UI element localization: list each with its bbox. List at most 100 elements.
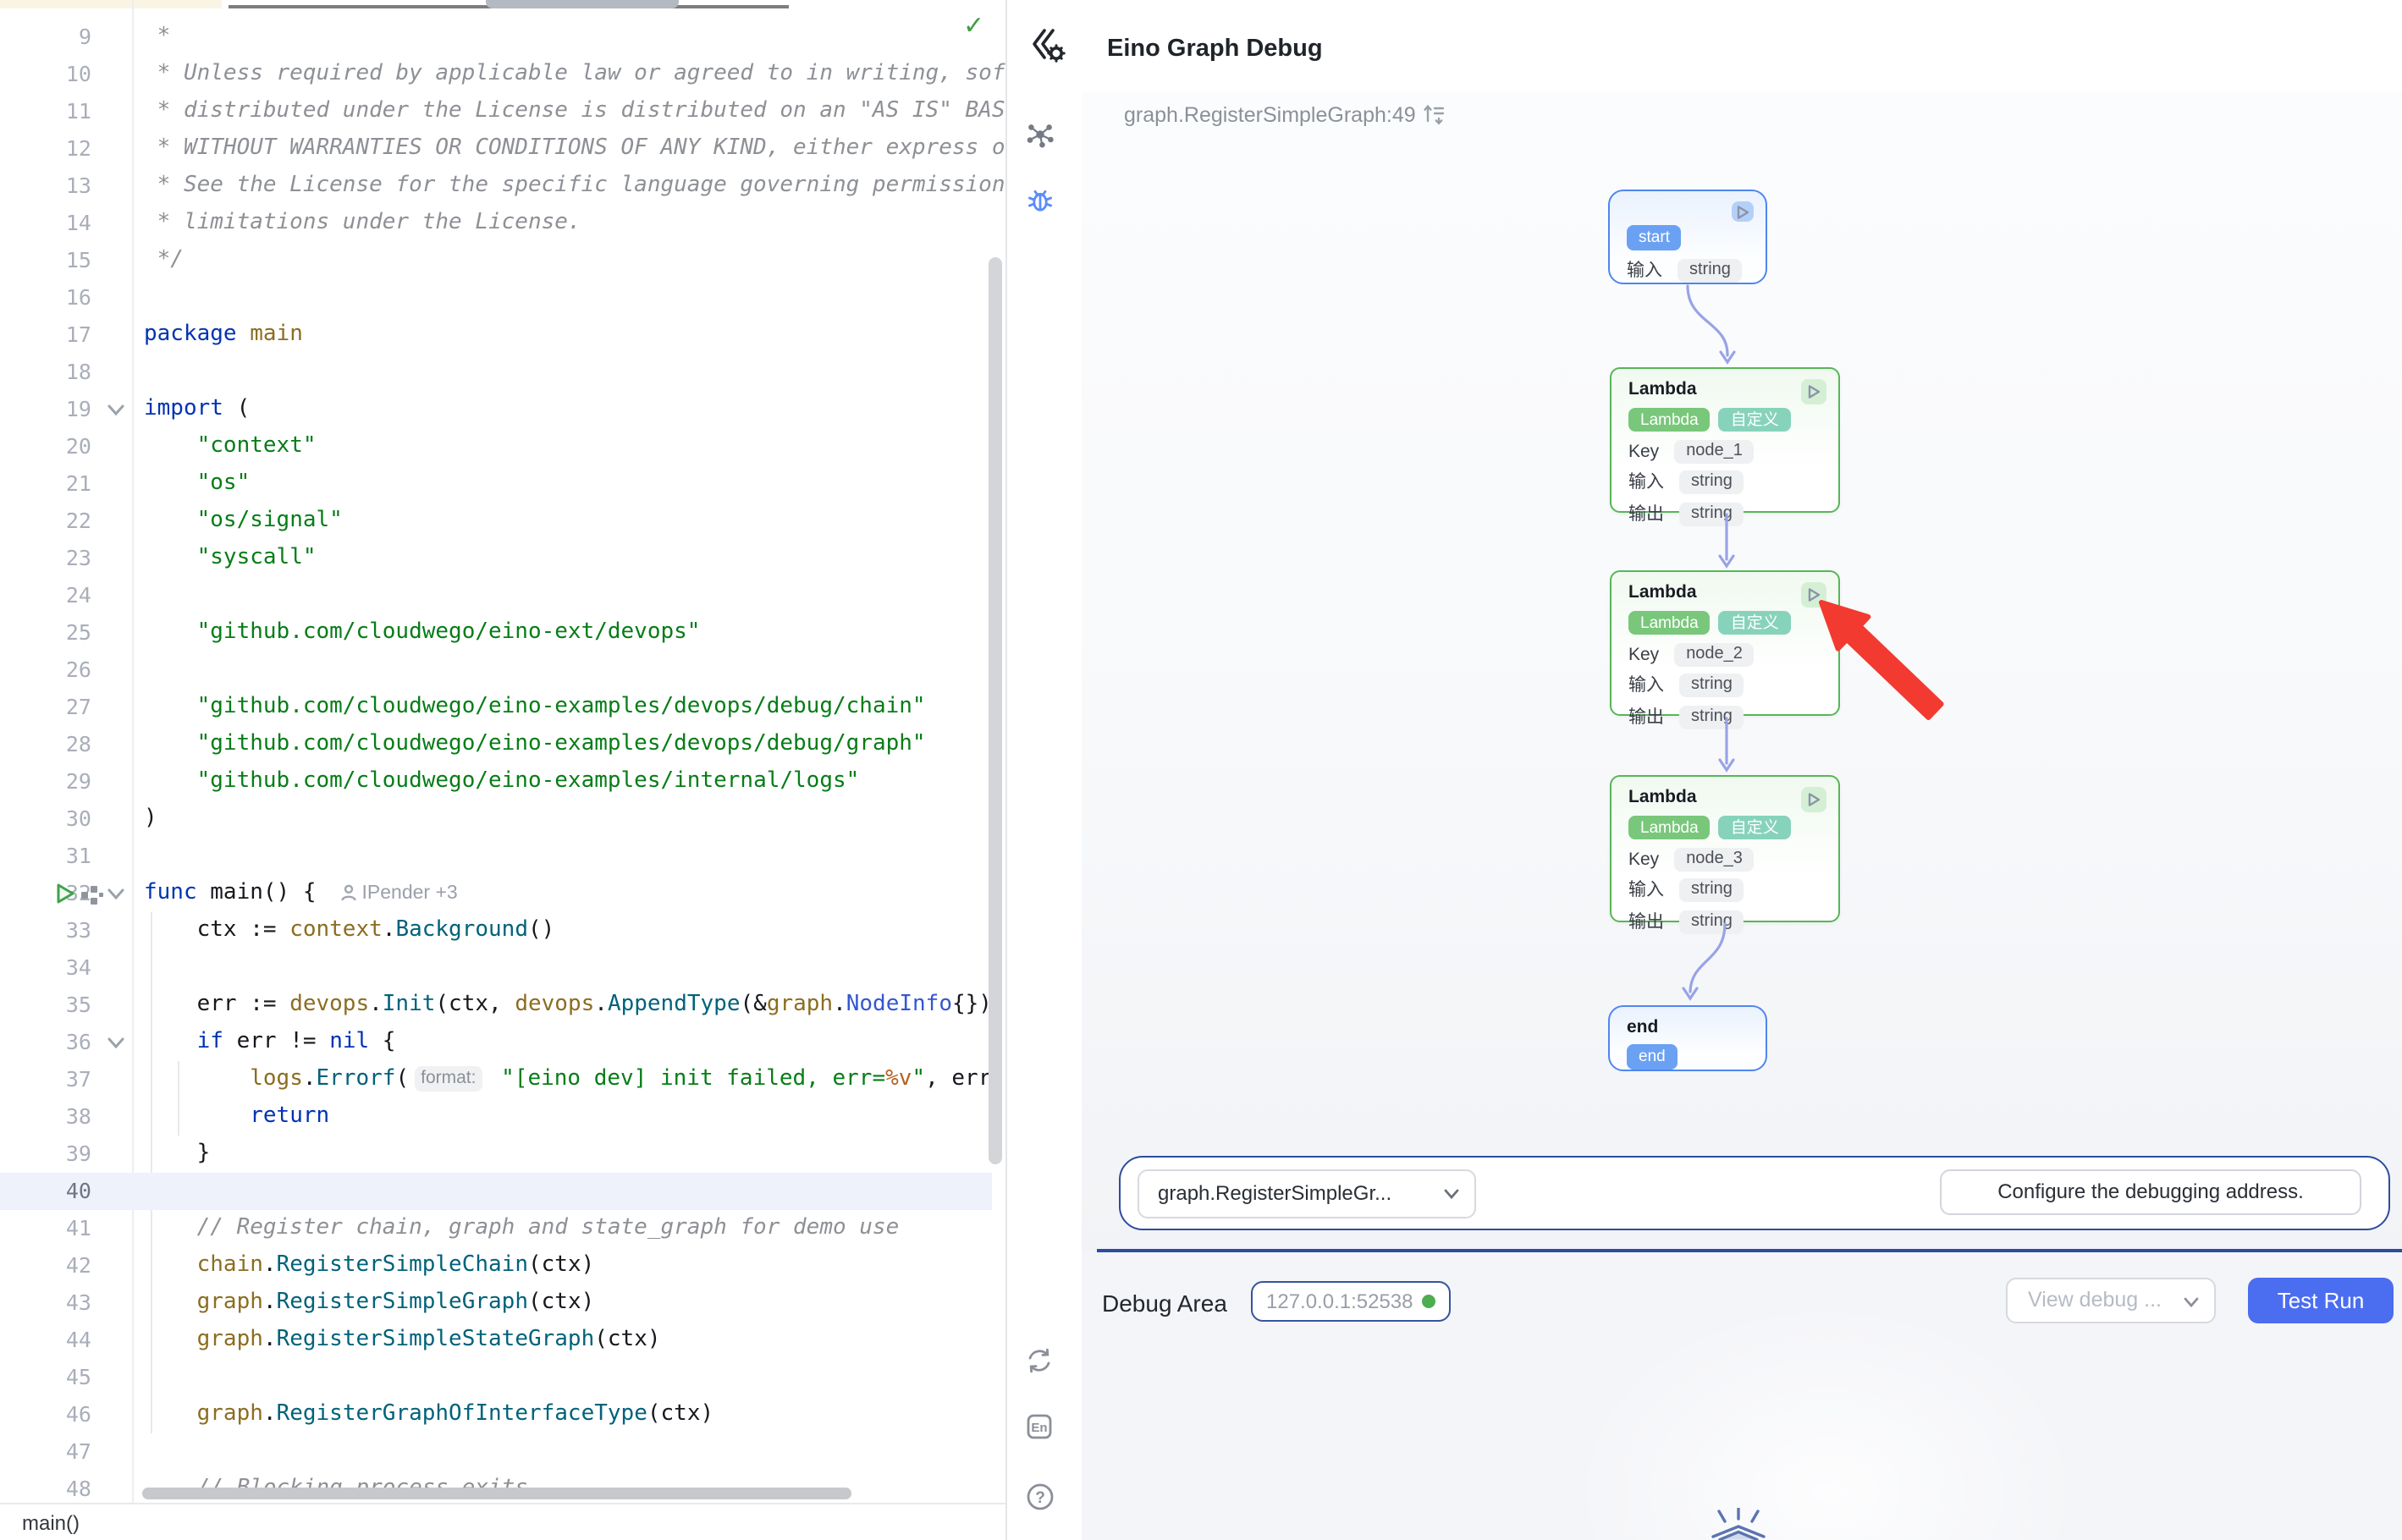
code-text: "os" bbox=[144, 465, 250, 503]
code-line[interactable]: 40 bbox=[0, 1173, 992, 1210]
code-text: */ bbox=[144, 242, 184, 279]
graph-toolbar: graph.RegisterSimpleGr... Configure the … bbox=[1119, 1156, 2390, 1230]
breadcrumb-bar: main() bbox=[0, 1503, 1005, 1540]
code-line[interactable]: 27 "github.com/cloudwego/eino-examples/d… bbox=[0, 689, 992, 726]
code-line[interactable]: 46 graph.RegisterGraphOfInterfaceType(ct… bbox=[0, 1396, 992, 1433]
code-line[interactable]: 23 "syscall" bbox=[0, 540, 992, 577]
run-main-icon[interactable] bbox=[54, 882, 76, 905]
code-line[interactable]: 12 * WITHOUT WARRANTIES OR CONDITIONS OF… bbox=[0, 130, 992, 168]
code-line[interactable]: 21 "os" bbox=[0, 465, 992, 503]
breadcrumb[interactable]: main() bbox=[22, 1511, 80, 1535]
node-badge: Lambda bbox=[1628, 611, 1711, 635]
code-line[interactable]: 38 return bbox=[0, 1098, 992, 1136]
io-value-pill: string bbox=[1679, 502, 1744, 525]
chevron-down-icon bbox=[1444, 1187, 1459, 1199]
line-number: 39 bbox=[0, 1136, 91, 1173]
fold-chevron-icon[interactable] bbox=[107, 1036, 125, 1051]
io-value-pill: string bbox=[1679, 705, 1744, 729]
code-line[interactable]: 24 bbox=[0, 577, 992, 614]
code-line[interactable]: 39 } bbox=[0, 1136, 992, 1173]
code-line[interactable]: 20 "context" bbox=[0, 428, 992, 465]
code-line[interactable]: 44 graph.RegisterSimpleStateGraph(ctx) bbox=[0, 1322, 992, 1359]
graph-node-node_3[interactable]: LambdaLambda自定义Keynode_3输入string输出string bbox=[1610, 775, 1840, 922]
debug-bug-icon[interactable] bbox=[1026, 186, 1055, 223]
view-debug-dropdown[interactable]: View debug ... bbox=[2006, 1278, 2216, 1323]
code-line[interactable]: 29 "github.com/cloudwego/eino-examples/i… bbox=[0, 763, 992, 800]
code-text: ctx := context.Background() bbox=[144, 912, 554, 949]
io-label: 输出 bbox=[1628, 503, 1664, 524]
io-label: Key bbox=[1628, 849, 1659, 869]
code-editor[interactable]: 9 *10 * Unless required by applicable la… bbox=[0, 0, 1007, 1540]
node-io-row: 输出string bbox=[1628, 705, 1821, 729]
graph-nodes-icon[interactable] bbox=[1026, 120, 1055, 157]
code-line[interactable]: 11 * distributed under the License is di… bbox=[0, 93, 992, 130]
fold-chevron-icon[interactable] bbox=[107, 887, 125, 902]
code-line[interactable]: 13 * See the License for the specific la… bbox=[0, 168, 992, 205]
code-line[interactable]: 42 chain.RegisterSimpleChain(ctx) bbox=[0, 1247, 992, 1284]
code-line[interactable]: 14 * limitations under the License. bbox=[0, 205, 992, 242]
node-play-button[interactable] bbox=[1732, 201, 1754, 222]
code-line[interactable]: 28 "github.com/cloudwego/eino-examples/d… bbox=[0, 726, 992, 763]
code-line[interactable]: 45 bbox=[0, 1359, 992, 1396]
node-io-row: 输出string bbox=[1628, 910, 1821, 933]
line-number: 36 bbox=[0, 1024, 91, 1061]
code-line[interactable]: 15 */ bbox=[0, 242, 992, 279]
sort-lines-icon[interactable] bbox=[1424, 103, 1446, 134]
graph-node-node_1[interactable]: LambdaLambda自定义Keynode_1输入string输出string bbox=[1610, 367, 1840, 513]
code-line[interactable]: 33 ctx := context.Background() bbox=[0, 912, 992, 949]
code-text: graph.RegisterSimpleStateGraph(ctx) bbox=[144, 1322, 661, 1359]
code-line[interactable]: 35 err := devops.Init(ctx, devops.Append… bbox=[0, 987, 992, 1024]
editor-horizontal-scrollbar[interactable] bbox=[142, 1488, 851, 1499]
code-line[interactable]: 9 * bbox=[0, 19, 992, 56]
code-text: } bbox=[144, 1136, 210, 1173]
code-line[interactable]: 26 bbox=[0, 652, 992, 689]
sync-icon[interactable] bbox=[1026, 1347, 1053, 1383]
help-icon[interactable]: ? bbox=[1026, 1482, 1055, 1520]
code-line[interactable]: 34 bbox=[0, 949, 992, 987]
code-line[interactable]: 32func main() {IPender +3 bbox=[0, 875, 992, 912]
editor-vertical-scrollbar[interactable] bbox=[989, 257, 1002, 1164]
graph-node-end[interactable]: endend bbox=[1608, 1005, 1767, 1071]
code-line[interactable]: 30) bbox=[0, 800, 992, 838]
node-play-button[interactable] bbox=[1801, 787, 1826, 812]
code-line[interactable]: 43 graph.RegisterSimpleGraph(ctx) bbox=[0, 1284, 992, 1322]
configure-address-button[interactable]: Configure the debugging address. bbox=[1940, 1169, 2361, 1215]
node-title: Lambda bbox=[1628, 582, 1821, 604]
io-value-pill: node_3 bbox=[1674, 847, 1755, 871]
language-en-icon[interactable]: En bbox=[1026, 1413, 1053, 1449]
code-line[interactable]: 36 if err != nil { bbox=[0, 1024, 992, 1061]
code-line[interactable]: 17package main bbox=[0, 316, 992, 354]
line-number: 21 bbox=[0, 465, 91, 503]
code-line[interactable]: 10 * Unless required by applicable law o… bbox=[0, 56, 992, 93]
node-play-button[interactable] bbox=[1801, 379, 1826, 404]
eino-debug-panel: Eino Graph Debug graph.RegisterSimpleGra… bbox=[1007, 0, 2402, 1540]
code-line[interactable]: 47 bbox=[0, 1433, 992, 1471]
eino-box-watermark-icon bbox=[1700, 1508, 1777, 1540]
debug-address-badge[interactable]: 127.0.0.1:52538 bbox=[1251, 1281, 1451, 1322]
code-line[interactable]: 41 // Register chain, graph and state_gr… bbox=[0, 1210, 992, 1247]
line-number: 14 bbox=[0, 205, 91, 242]
graph-node-node_2[interactable]: LambdaLambda自定义Keynode_2输入string输出string bbox=[1610, 570, 1840, 716]
code-line[interactable]: 18 bbox=[0, 354, 992, 391]
code-line[interactable]: 19import ( bbox=[0, 391, 992, 428]
graph-select-dropdown[interactable]: graph.RegisterSimpleGr... bbox=[1138, 1169, 1476, 1218]
code-text: logs.Errorf(format: "[eino dev] init fai… bbox=[144, 1061, 1005, 1098]
code-line[interactable]: 25 "github.com/cloudwego/eino-ext/devops… bbox=[0, 614, 992, 652]
code-line[interactable]: 37 logs.Errorf(format: "[eino dev] init … bbox=[0, 1061, 992, 1098]
graph-node-start[interactable]: start输入string bbox=[1608, 190, 1767, 284]
line-number: 29 bbox=[0, 763, 91, 800]
node-play-button[interactable] bbox=[1801, 582, 1826, 608]
code-text: "github.com/cloudwego/eino-examples/devo… bbox=[144, 726, 926, 763]
test-run-button[interactable]: Test Run bbox=[2248, 1278, 2394, 1323]
io-value-pill: string bbox=[1679, 674, 1744, 697]
panel-title: Eino Graph Debug bbox=[1107, 32, 1323, 66]
code-line[interactable]: 31 bbox=[0, 838, 992, 875]
code-line[interactable]: 16 bbox=[0, 279, 992, 316]
line-number: 31 bbox=[0, 838, 91, 875]
profiler-icon[interactable] bbox=[81, 885, 103, 905]
code-line[interactable]: 22 "os/signal" bbox=[0, 503, 992, 540]
fold-chevron-icon[interactable] bbox=[107, 403, 125, 418]
code-text: * See the License for the specific langu… bbox=[144, 168, 1005, 205]
node-badge: 自定义 bbox=[1719, 611, 1791, 635]
app-root: 9 *10 * Unless required by applicable la… bbox=[0, 0, 2402, 1540]
